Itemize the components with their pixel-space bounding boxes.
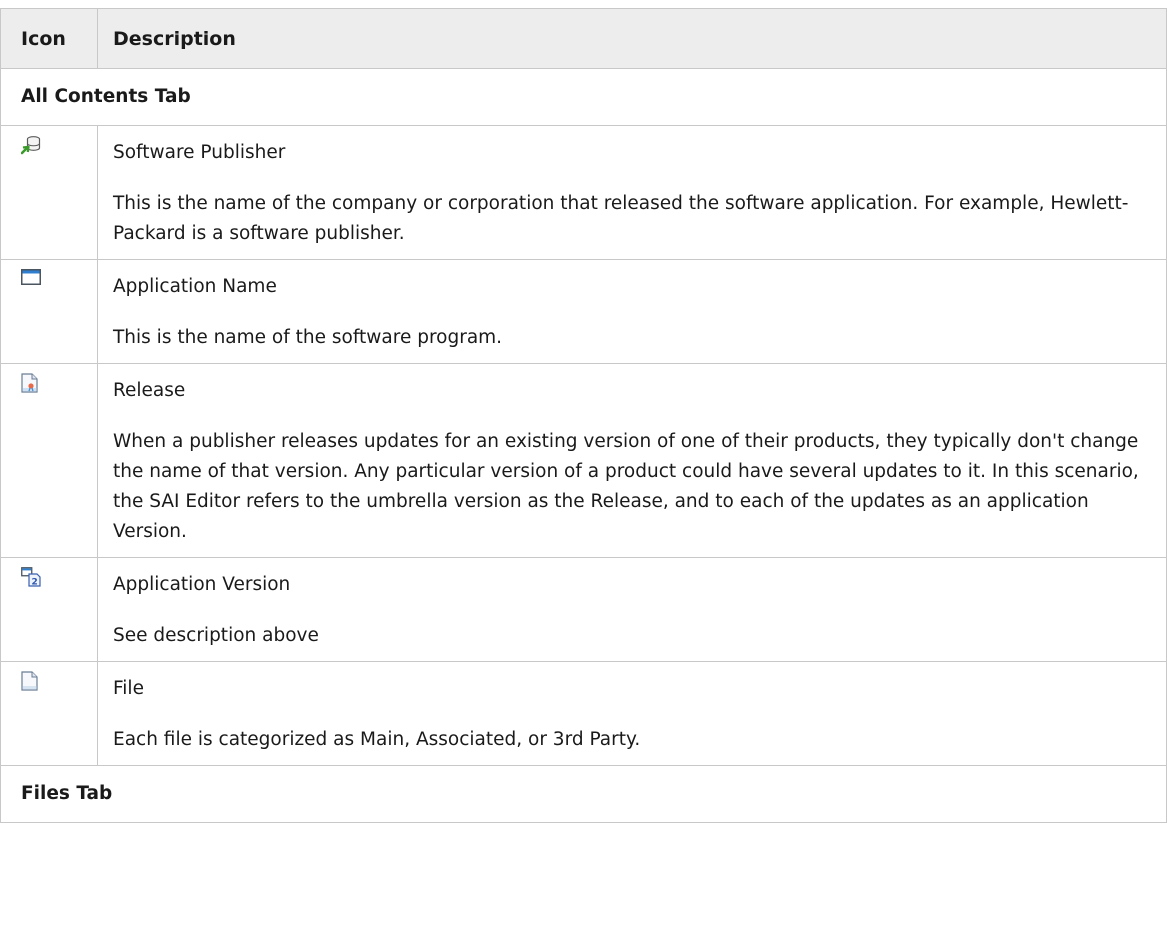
table-row: Application Name This is the name of the… — [0, 259, 1167, 364]
row-title: Software Publisher — [113, 142, 286, 163]
svg-text:2: 2 — [32, 578, 38, 588]
section-row-files: Files Tab — [0, 765, 1167, 823]
icon-description-table: Icon Description All Contents Tab Softwa… — [0, 8, 1167, 823]
table-row: 2 Application Version See description ab… — [0, 557, 1167, 662]
description-column-header: Description — [97, 8, 1167, 69]
table-row: File Each file is categorized as Main, A… — [0, 661, 1167, 766]
table-row: Release When a publisher releases update… — [0, 363, 1167, 558]
application-window-icon — [21, 269, 97, 285]
row-title: Application Version — [113, 574, 291, 595]
table-row: Software Publisher This is the name of t… — [0, 125, 1167, 260]
icon-column-header: Icon — [0, 8, 98, 69]
row-description: Each file is categorized as Main, Associ… — [113, 729, 641, 750]
section-title-files: Files Tab — [0, 765, 1167, 823]
software-publisher-icon — [21, 135, 97, 155]
row-description: This is the name of the software program… — [113, 327, 503, 348]
row-description: See description above — [113, 625, 319, 646]
row-title: Release — [113, 380, 186, 401]
row-description: When a publisher releases updates for an… — [113, 431, 1139, 542]
application-version-icon: 2 — [21, 567, 97, 587]
file-icon — [21, 671, 97, 691]
row-title: File — [113, 678, 144, 699]
release-document-icon — [21, 373, 97, 393]
row-description: This is the name of the company or corpo… — [113, 193, 1129, 244]
section-row-all-contents: All Contents Tab — [0, 68, 1167, 126]
table-header-row: Icon Description — [0, 8, 1167, 69]
section-title-all-contents: All Contents Tab — [0, 68, 1167, 126]
row-title: Application Name — [113, 276, 277, 297]
